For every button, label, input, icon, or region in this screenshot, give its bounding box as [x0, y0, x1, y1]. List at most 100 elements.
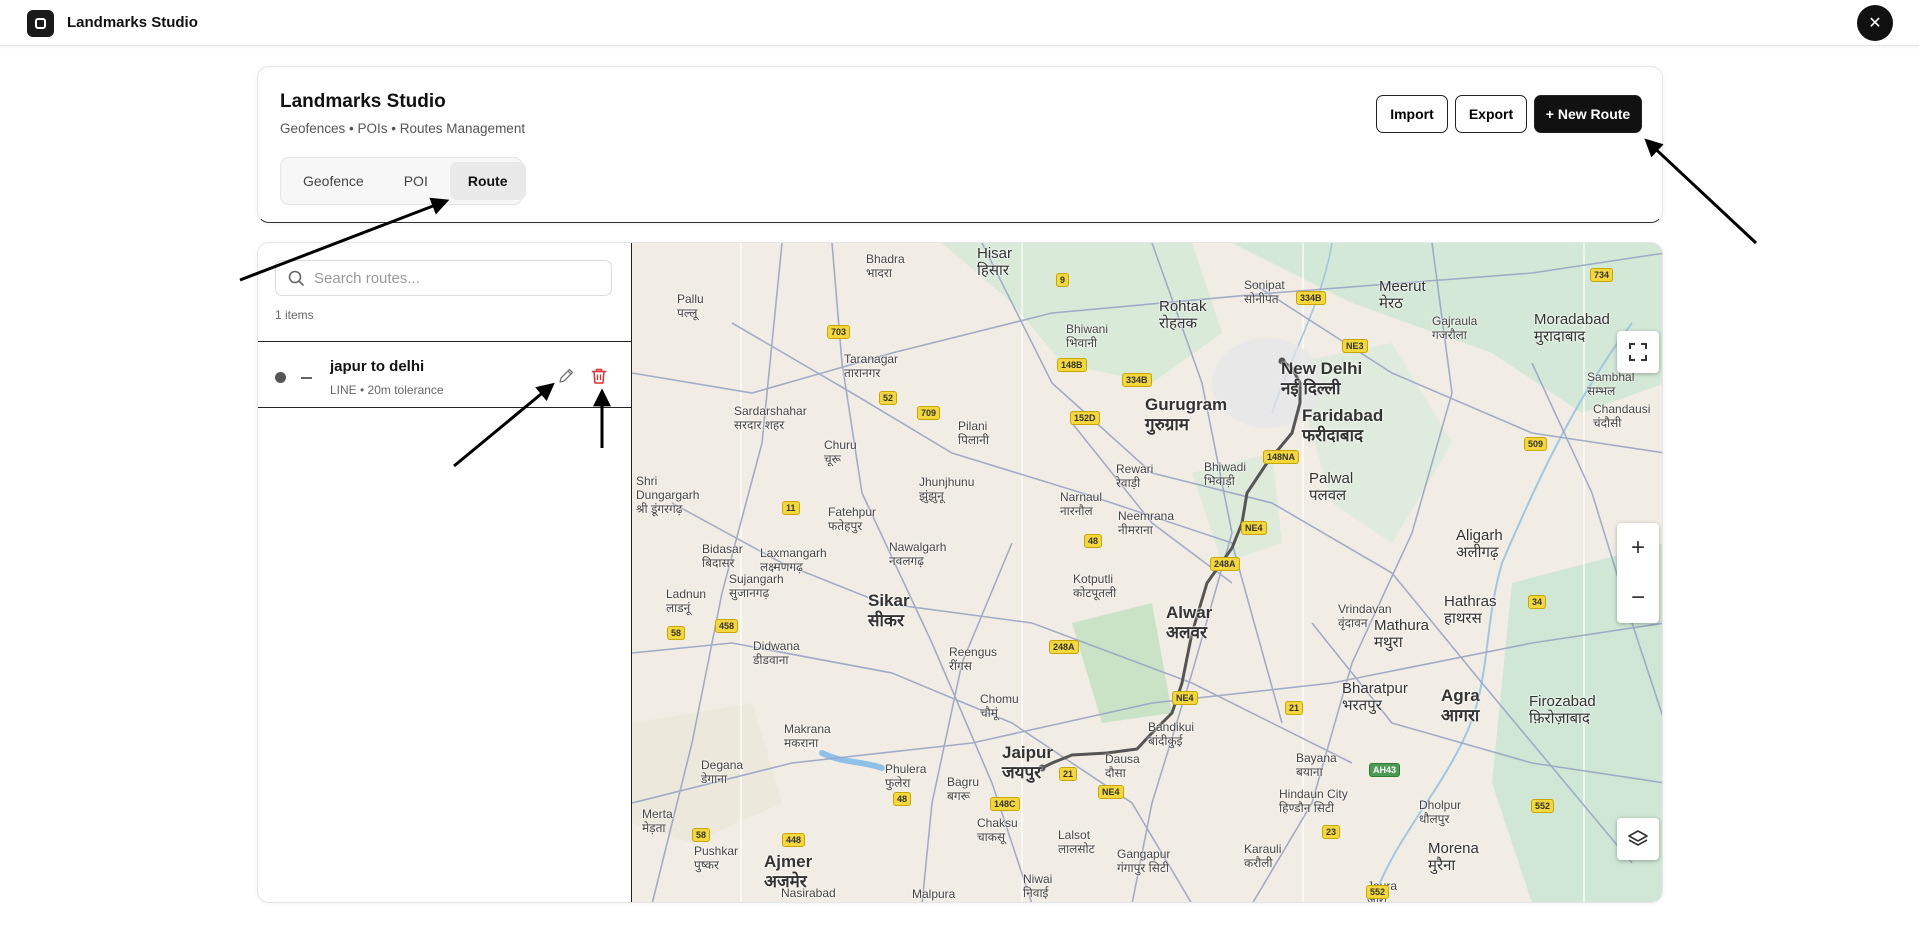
new-route-button[interactable]: + New Route — [1534, 95, 1642, 133]
map-label: Laxmangarh लक्ष्मणगढ़ — [760, 546, 827, 574]
map-label: Bagru बगरू — [947, 775, 980, 803]
map-label: Ladnun लाडनूं — [666, 587, 707, 615]
map-label: Palwal पलवल — [1309, 470, 1354, 505]
map-label: Malpura — [912, 887, 956, 901]
map-label: Aligarh अलीगढ़ — [1456, 527, 1503, 562]
map-label: Moradabad मुरादाबाद — [1534, 311, 1610, 346]
map-label: New Delhi नई दिल्ली — [1281, 359, 1363, 398]
map-label: Niwai निवाई — [1023, 872, 1053, 900]
map-label: Meerut मेरठ — [1379, 278, 1426, 313]
map-label: Nasirabad — [781, 886, 836, 900]
items-count: 1 items — [275, 308, 314, 322]
highway-shield: NE4 — [1172, 691, 1198, 705]
map-label: Sikar सीकर — [868, 591, 910, 630]
map-label: Nawalgarh नवलगढ़ — [889, 540, 947, 568]
highway-shield: 334B — [1122, 373, 1152, 387]
map-label: Hisar हिसार — [977, 245, 1013, 280]
map-label: Gangapur गंगापुर सिटी — [1117, 847, 1171, 875]
highway-shield: 552 — [1366, 885, 1390, 899]
highway-shield: 11 — [782, 501, 800, 515]
map-label: Bhadra भादरा — [866, 252, 905, 280]
map-view[interactable]: Hisar हिसार Bhadra भादरा Pallu पल्लू Rohtak… — [631, 243, 1662, 902]
map-label: Jhunjhunu झुंझुनू — [919, 475, 975, 503]
highway-shield: 709 — [917, 406, 941, 420]
map-label: Bhiwani भिवानी — [1066, 322, 1109, 350]
app-title: Landmarks Studio — [67, 14, 198, 31]
highway-shield: 458 — [715, 619, 739, 633]
map-label: Gurugram गुरुग्राम — [1145, 395, 1228, 434]
map-label: Pilani पिलानी — [958, 419, 989, 447]
map-label: Morena मुरैना — [1428, 840, 1479, 875]
route-meta: LINE • 20m tolerance — [330, 383, 444, 397]
header-card: Landmarks Studio Geofences • POIs • Rout… — [257, 66, 1663, 223]
route-color-dot — [275, 372, 286, 383]
layers-button[interactable] — [1617, 818, 1659, 860]
map-label: Phulera फुलेरा — [885, 762, 927, 790]
zoom-in-button[interactable]: + — [1617, 523, 1659, 573]
map-label: Degana डेगाना — [701, 758, 744, 786]
zoom-out-button[interactable]: − — [1617, 573, 1659, 623]
zoom-controls: + − — [1617, 523, 1659, 623]
tab-geofence[interactable]: Geofence — [285, 162, 382, 200]
map-label: Gajraula गजरौला — [1432, 314, 1478, 342]
route-name: japur to delhi — [330, 358, 425, 375]
map-label: Fatehpur फतेहपुर — [828, 505, 877, 533]
fullscreen-button[interactable] — [1617, 331, 1659, 373]
map-label: Bidasar बिदासर — [702, 542, 743, 570]
highway-shield: 21 — [1285, 701, 1304, 715]
map-label: Taranagar तारानगर — [844, 352, 899, 380]
map-label: Dholpur धौलपुर — [1419, 798, 1462, 826]
highway-shield: 34 — [1528, 595, 1547, 609]
map-label: Firozabad फ़िरोज़ाबाद — [1529, 693, 1596, 728]
highway-shield: NE3 — [1342, 339, 1368, 353]
highway-shield: 334B — [1296, 291, 1326, 305]
highway-shield: NE4 — [1098, 785, 1124, 799]
map-label: Rewari रेवाड़ी — [1116, 462, 1154, 490]
highway-shield: 152D — [1070, 411, 1100, 425]
highway-shield: 58 — [667, 626, 686, 640]
map-label: Sambhal सम्भल — [1587, 370, 1635, 398]
tab-route[interactable]: Route — [449, 162, 526, 200]
search-input[interactable] — [314, 269, 594, 287]
edit-pencil-icon[interactable] — [557, 367, 575, 385]
map-label: Jaipur जयपुर — [1002, 743, 1054, 782]
search-box — [275, 260, 612, 296]
highway-shield: 23 — [1322, 825, 1341, 839]
highway-shield: 148B — [1057, 358, 1087, 372]
page-subtitle: Geofences • POIs • Routes Management — [280, 121, 526, 136]
highway-shield: 52 — [879, 391, 898, 405]
map-label: Sujangarh सुजानगढ़ — [729, 572, 784, 600]
tab-poi[interactable]: POI — [386, 162, 446, 200]
trash-icon[interactable] — [590, 367, 608, 385]
map-label: Hindaun City हिण्डौन सिटी — [1279, 787, 1348, 815]
close-button[interactable]: ✕ — [1857, 5, 1893, 41]
highway-shield: 248A — [1049, 640, 1079, 654]
top-bar: Landmarks Studio ✕ — [0, 0, 1919, 46]
map-label: Dausa दौसा — [1105, 752, 1140, 780]
fullscreen-icon — [1629, 343, 1647, 361]
map-label: Bandikui बांदीकुई — [1148, 720, 1195, 748]
highway-shield: 509 — [1524, 437, 1548, 451]
highway-shield: 552 — [1531, 799, 1555, 813]
highway-shield: 9 — [1056, 273, 1070, 287]
map-label: Didwana डीडवाना — [753, 639, 800, 667]
main-card: 1 items japur to delhi LINE • 20m tolera… — [257, 242, 1663, 903]
highway-shield: NE4 — [1241, 521, 1267, 535]
app-logo-icon — [27, 10, 54, 37]
highway-shield: AH43 — [1369, 763, 1401, 777]
map-label: Reengus रींगस — [949, 645, 998, 673]
export-button[interactable]: Export — [1455, 95, 1527, 133]
highway-shield: 703 — [827, 325, 851, 339]
highway-shield: 148NA — [1263, 450, 1300, 464]
map-label: Agra आगरा — [1441, 686, 1480, 725]
import-button[interactable]: Import — [1376, 95, 1448, 133]
map-label: Sonipat सोनीपत — [1244, 278, 1285, 306]
highway-shield: 734 — [1590, 268, 1614, 282]
map-label: Faridabad फरीदाबाद — [1302, 406, 1384, 445]
highway-shield: 48 — [893, 792, 912, 806]
map-label: Chaksu चाकसू — [977, 816, 1018, 844]
list-item[interactable]: japur to delhi LINE • 20m tolerance — [258, 341, 631, 408]
highway-shield: 48 — [1084, 534, 1103, 548]
map-label: Chomu चौमूं — [980, 692, 1019, 720]
map-label: Lalsot लालसोट — [1058, 828, 1095, 856]
